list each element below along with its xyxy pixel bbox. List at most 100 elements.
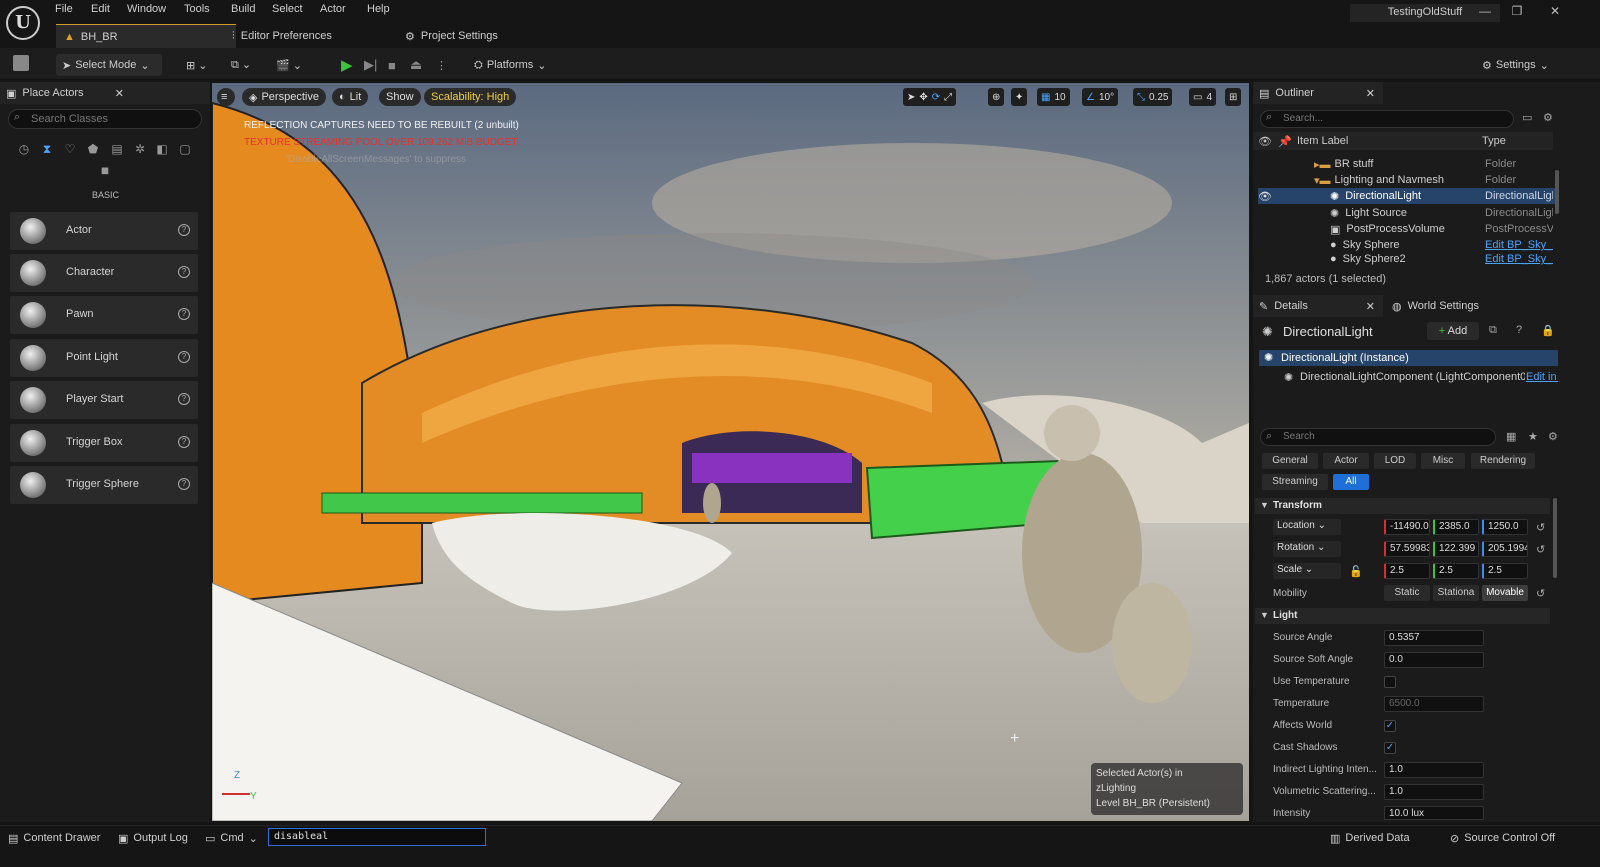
actor-item-character[interactable]: Character? <box>10 254 198 292</box>
layout-icon[interactable]: ⊞ <box>1225 88 1242 106</box>
reset-icon[interactable]: ↺ <box>1536 543 1545 556</box>
shapes-icon[interactable]: ⬟ <box>84 142 102 158</box>
actor-item-trigger-box[interactable]: Trigger Box? <box>10 424 198 462</box>
tab-project-settings[interactable]: ⚙ Project Settings <box>405 24 498 48</box>
scale-tool-icon[interactable]: ⤢ <box>944 92 952 103</box>
help-icon[interactable]: ? <box>178 266 190 278</box>
maximize-icon[interactable]: ❐ <box>1502 4 1532 22</box>
outliner-row[interactable]: ▣ PostProcessVolume PostProcessV <box>1258 221 1556 237</box>
new-folder-icon[interactable]: ▭ <box>1522 111 1532 124</box>
output-log-button[interactable]: ▣ Output Log <box>118 830 188 846</box>
filter-misc[interactable]: Misc <box>1421 453 1465 469</box>
close-icon[interactable]: ✕ <box>1366 87 1375 100</box>
outliner-row-selected[interactable]: ✺ DirectionalLight DirectionalLigh <box>1258 188 1556 204</box>
stop-icon[interactable]: ■ <box>388 54 396 76</box>
menu-window[interactable]: Window <box>127 3 166 19</box>
column-type[interactable]: Type <box>1482 135 1506 147</box>
extra-category-icon[interactable]: ◾ <box>96 163 114 179</box>
help-icon[interactable]: ? <box>178 436 190 448</box>
component-instance-row[interactable]: DirectionalLight (Instance) <box>1259 350 1558 366</box>
close-icon[interactable]: ✕ <box>115 87 124 100</box>
help-icon[interactable]: ? <box>178 393 190 405</box>
basic-icon[interactable]: ⧗ <box>38 142 56 158</box>
gear-icon[interactable]: ⚙ <box>1548 430 1558 443</box>
scale-x-field[interactable]: 2.5 <box>1384 563 1430 579</box>
menu-build[interactable]: Build <box>231 3 255 19</box>
lights-icon[interactable]: ♡ <box>61 142 79 158</box>
filter-lod[interactable]: LOD <box>1374 453 1416 469</box>
minimize-icon[interactable]: — <box>1470 4 1500 22</box>
filter-rendering[interactable]: Rendering <box>1471 453 1535 469</box>
add-component-button[interactable]: + Add <box>1427 322 1479 340</box>
add-content-button[interactable]: ⊞ ⌄ <box>186 54 208 76</box>
menu-tools[interactable]: Tools <box>184 3 210 19</box>
perspective-button[interactable]: ◈ Perspective <box>242 88 326 106</box>
outliner-row[interactable]: ▸▬ BR stuff Folder <box>1258 156 1556 172</box>
location-dropdown[interactable]: Location ⌄ <box>1273 519 1341 535</box>
recent-icon[interactable]: ◷ <box>15 142 33 158</box>
blueprint-button[interactable]: ⧉ ⌄ <box>231 54 251 76</box>
camera-speed-button[interactable]: ▭ 4 <box>1189 88 1217 106</box>
filter-general[interactable]: General <box>1262 453 1318 469</box>
rotation-z-field[interactable]: 205.1994 <box>1482 541 1528 557</box>
save-icon[interactable] <box>13 55 29 71</box>
outliner-row[interactable]: ● Sky Sphere2 Edit BP_Sky_S <box>1258 253 1556 265</box>
reset-icon[interactable]: ↺ <box>1536 521 1545 534</box>
eye-icon[interactable]: 👁 <box>1258 190 1272 203</box>
selected-actor-level[interactable]: Level BH_BR (Persistent) <box>1096 796 1238 811</box>
menu-edit[interactable]: Edit <box>91 3 110 19</box>
details-scrollbar[interactable] <box>1553 498 1557 578</box>
source-control-button[interactable]: ⊘ Source Control Off <box>1450 830 1555 846</box>
cmd-dropdown[interactable]: ▭ Cmd ⌄ <box>205 830 258 846</box>
light-component-row[interactable]: DirectionalLightComponent (LightComponen… <box>1300 371 1525 385</box>
rotation-x-field[interactable]: 57.59983 <box>1384 541 1430 557</box>
cinematic-icon[interactable]: ▤ <box>108 142 126 158</box>
scalability-button[interactable]: Scalability: High <box>424 88 517 106</box>
tab-level[interactable]: ▲ BH_BR <box>56 24 236 48</box>
edit-in-cpp-link[interactable]: Edit in C <box>1526 371 1558 383</box>
source-soft-angle-field[interactable]: 0.0 <box>1384 652 1484 668</box>
scale-z-field[interactable]: 2.5 <box>1482 563 1528 579</box>
use-temperature-checkbox[interactable] <box>1384 676 1396 688</box>
help-icon[interactable]: ? <box>178 224 190 236</box>
cast-shadows-checkbox[interactable]: ✓ <box>1384 742 1396 754</box>
grid-snap-button[interactable]: ▦ 10 <box>1037 88 1070 106</box>
lit-button[interactable]: ◐ Lit <box>332 88 369 106</box>
menu-actor[interactable]: Actor <box>320 3 346 19</box>
advance-frame-icon[interactable]: ▶| <box>364 54 377 76</box>
reset-icon[interactable]: ↺ <box>1536 587 1545 600</box>
help-icon[interactable]: ? <box>1516 324 1522 336</box>
tab-editor-preferences[interactable]: ⫶ Editor Preferences <box>232 24 332 48</box>
source-angle-field[interactable]: 0.5357 <box>1384 630 1484 646</box>
scale-dropdown[interactable]: Scale ⌄ <box>1273 563 1341 579</box>
intensity-field[interactable]: 10.0 lux <box>1384 806 1484 820</box>
console-command-input[interactable]: disableal <box>268 828 486 846</box>
column-item-label[interactable]: Item Label <box>1297 135 1348 147</box>
outliner-row[interactable]: ▾▬ Lighting and Navmesh Folder <box>1258 172 1556 188</box>
outliner-row[interactable]: ✺ Light Source DirectionalLigh <box>1258 205 1556 221</box>
blueprint-icon[interactable]: ⧉ <box>1489 324 1497 337</box>
settings-dropdown[interactable]: ⚙ Settings ⌄ <box>1482 54 1549 76</box>
filter-streaming[interactable]: Streaming <box>1262 474 1328 490</box>
filter-actor[interactable]: Actor <box>1323 453 1369 469</box>
close-icon[interactable]: ✕ <box>1366 300 1375 313</box>
select-tool-icon[interactable]: ➤ <box>907 92 915 103</box>
level-viewport[interactable] <box>212 83 1249 821</box>
eject-icon[interactable]: ⏏ <box>410 54 422 76</box>
table-view-icon[interactable]: ▦ <box>1506 430 1516 443</box>
menu-select[interactable]: Select <box>272 3 303 19</box>
outliner-row-type-link[interactable]: Edit BP_Sky_S <box>1485 253 1553 265</box>
unreal-logo[interactable]: U <box>6 6 40 40</box>
indirect-lighting-field[interactable]: 1.0 <box>1384 762 1484 778</box>
rotation-y-field[interactable]: 122.399 <box>1433 541 1479 557</box>
transform-tools[interactable]: ➤ ✥ ⟳ ⤢ <box>903 88 957 106</box>
outliner-scrollbar[interactable] <box>1555 170 1559 214</box>
scale-y-field[interactable]: 2.5 <box>1433 563 1479 579</box>
eye-icon[interactable]: 👁 <box>1258 135 1272 148</box>
more-options-icon[interactable]: ⋮ <box>436 54 447 76</box>
actor-name[interactable]: DirectionalLight <box>1283 324 1373 339</box>
outliner-row[interactable]: ● Sky Sphere Edit BP_Sky_S <box>1258 237 1556 253</box>
gear-icon[interactable]: ⚙ <box>1543 111 1553 124</box>
menu-file[interactable]: File <box>55 3 73 19</box>
move-tool-icon[interactable]: ✥ <box>919 92 927 103</box>
